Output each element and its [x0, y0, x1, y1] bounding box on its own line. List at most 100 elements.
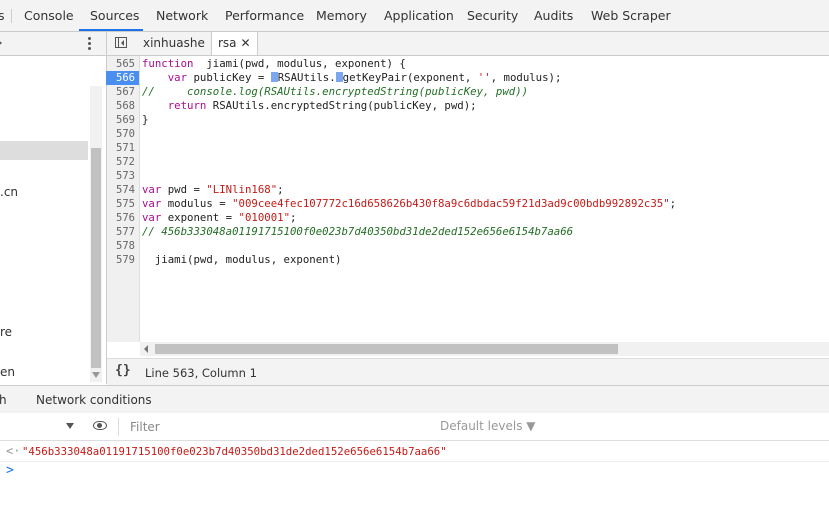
tab-application[interactable]: Application: [384, 0, 454, 31]
editor-status-bar: {} Line 563, Column 1: [107, 358, 829, 385]
code-keyword: function: [142, 57, 194, 70]
navigator-item[interactable]: re: [0, 325, 12, 339]
scroll-left-icon[interactable]: [144, 345, 148, 353]
tab-audits[interactable]: Audits: [534, 0, 573, 31]
code-line[interactable]: var modulus = "009cee4fec107772c16d65862…: [142, 197, 676, 211]
editor-tab-rsa[interactable]: rsa ✕: [211, 32, 258, 55]
tab-performance[interactable]: Performance: [225, 0, 304, 31]
editor-tab-xinhuashe[interactable]: xinhuashe: [143, 32, 205, 55]
console-result-value: "456b333048a01191715100f0e023b7d40350bd3…: [22, 445, 447, 458]
code-keyword: return: [167, 99, 207, 112]
navigator-scrollbar[interactable]: [90, 86, 102, 382]
tab-memory[interactable]: Memory: [316, 0, 367, 31]
code-text: jiami(pwd, modulus, exponent) {: [193, 57, 406, 70]
code-line[interactable]: var exponent = "010001";: [142, 211, 296, 225]
breakpoint-line-number[interactable]: 566: [106, 71, 139, 85]
code-line[interactable]: jiami(pwd, modulus, exponent): [142, 253, 342, 267]
inline-breakpoint-marker[interactable]: [270, 72, 278, 82]
code-text: modulus =: [161, 197, 233, 210]
devtools-tab-bar: s Console Sources Network Performance Me…: [0, 0, 829, 32]
line-number[interactable]: 570: [105, 127, 135, 141]
inline-breakpoint-marker[interactable]: [335, 72, 343, 82]
code-text: }: [142, 113, 149, 126]
result-arrow-icon: <·: [6, 444, 21, 458]
tab-separator: [11, 9, 12, 23]
active-tab-indicator: [79, 29, 143, 31]
line-number[interactable]: 573: [105, 169, 135, 183]
code-text: RSAUtils.encryptedString(publicKey, pwd)…: [206, 99, 477, 112]
line-number[interactable]: 576: [105, 211, 135, 225]
pretty-print-icon[interactable]: {}: [115, 363, 131, 378]
code-line[interactable]: function jiami(pwd, modulus, exponent) {: [142, 57, 406, 71]
navigator-item[interactable]: en: [0, 365, 15, 379]
context-dropdown-icon[interactable]: [66, 423, 74, 429]
code-keyword: var: [142, 197, 162, 210]
code-editor[interactable]: function jiami(pwd, modulus, exponent) {…: [140, 56, 829, 342]
code-comment: // console.log(RSAUtils.encryptedString(…: [142, 85, 529, 98]
editor-tab-label: rsa: [218, 36, 237, 50]
drawer-tab-search-partial[interactable]: h: [0, 386, 7, 414]
code-line[interactable]: var publicKey = RSAUtils. getKeyPair(expo…: [142, 71, 562, 85]
tab-network[interactable]: Network: [156, 0, 208, 31]
line-number[interactable]: 572: [105, 155, 135, 169]
line-number-gutter[interactable]: 565 566 567 568 569 570 571 572 573 574 575 576 577 5…: [105, 56, 140, 342]
tab-console[interactable]: Console: [24, 0, 74, 31]
code-line[interactable]: // console.log(RSAUtils.encryptedString(…: [142, 85, 528, 99]
console-output: <· "456b333048a01191715100f0e023b7d40350…: [0, 441, 829, 530]
cursor-position: Line 563, Column 1: [145, 366, 257, 380]
code-text: getKeyPair(exponent,: [342, 71, 478, 84]
code-text: publicKey =: [187, 71, 271, 84]
code-string: "009cee4fec107772c16d658626b430f8a9c6dbd…: [232, 197, 670, 210]
drawer-tab-bar: h Network conditions: [0, 385, 829, 414]
tab-sources[interactable]: Sources: [90, 0, 139, 31]
code-comment: // 456b333048a01191715100f0e023b7d40350b…: [142, 225, 574, 238]
line-number[interactable]: 571: [105, 141, 135, 155]
navigator-header: [0, 32, 106, 56]
line-number[interactable]: 574: [105, 183, 135, 197]
line-number[interactable]: 565: [105, 57, 135, 71]
code-text: pwd =: [161, 183, 207, 196]
code-keyword: var: [142, 183, 162, 196]
code-text: ;: [290, 211, 297, 224]
navigator-item[interactable]: .cn: [0, 185, 18, 199]
editor-tab-bar: xinhuashe rsa ✕: [107, 32, 829, 56]
line-number[interactable]: 569: [105, 113, 135, 127]
console-prompt-icon[interactable]: >: [6, 463, 14, 478]
console-toolbar: Default levels ▼: [0, 413, 829, 441]
navigator-scrollbar-thumb[interactable]: [91, 148, 101, 368]
code-string: "LINlin168": [206, 183, 278, 196]
line-number[interactable]: 579: [105, 253, 135, 267]
close-icon[interactable]: ✕: [241, 36, 251, 50]
tab-web-scraper[interactable]: Web Scraper: [591, 0, 671, 31]
scroll-down-icon[interactable]: [92, 372, 100, 378]
log-levels-dropdown[interactable]: Default levels ▼: [440, 419, 536, 433]
code-text: exponent =: [161, 211, 239, 224]
tab-elements-partial[interactable]: s: [0, 0, 5, 31]
code-string: "010001": [238, 211, 291, 224]
toolbar-divider: [118, 418, 119, 436]
code-line[interactable]: var pwd = "LINlin168";: [142, 183, 284, 197]
more-options-icon[interactable]: [88, 37, 91, 52]
toggle-navigator-icon[interactable]: [115, 37, 127, 48]
eye-icon[interactable]: [93, 421, 107, 430]
code-keyword: var: [142, 211, 162, 224]
code-text: jiami(pwd, modulus, exponent): [142, 253, 342, 266]
code-line[interactable]: }: [142, 113, 148, 127]
line-number[interactable]: 567: [105, 85, 135, 99]
line-number[interactable]: 575: [105, 197, 135, 211]
code-line[interactable]: return RSAUtils.encryptedString(publicKe…: [142, 99, 477, 113]
navigator-selected-row[interactable]: [0, 141, 88, 160]
drawer-tab-network-conditions[interactable]: Network conditions: [36, 386, 152, 414]
editor-scrollbar-thumb[interactable]: [155, 344, 618, 354]
line-number[interactable]: 577: [105, 225, 135, 239]
code-text: RSAUtils.: [277, 71, 336, 84]
sources-navigator: .cn re en: [0, 32, 107, 384]
line-number[interactable]: 568: [105, 99, 135, 113]
code-line[interactable]: // 456b333048a01191715100f0e023b7d40350b…: [142, 225, 573, 239]
console-filter-input[interactable]: [124, 417, 442, 436]
code-keyword: var: [167, 71, 188, 84]
chevron-right-icon[interactable]: [0, 39, 2, 47]
tab-security[interactable]: Security: [467, 0, 518, 31]
line-number[interactable]: 578: [105, 239, 135, 253]
code-text: ;: [277, 183, 284, 196]
